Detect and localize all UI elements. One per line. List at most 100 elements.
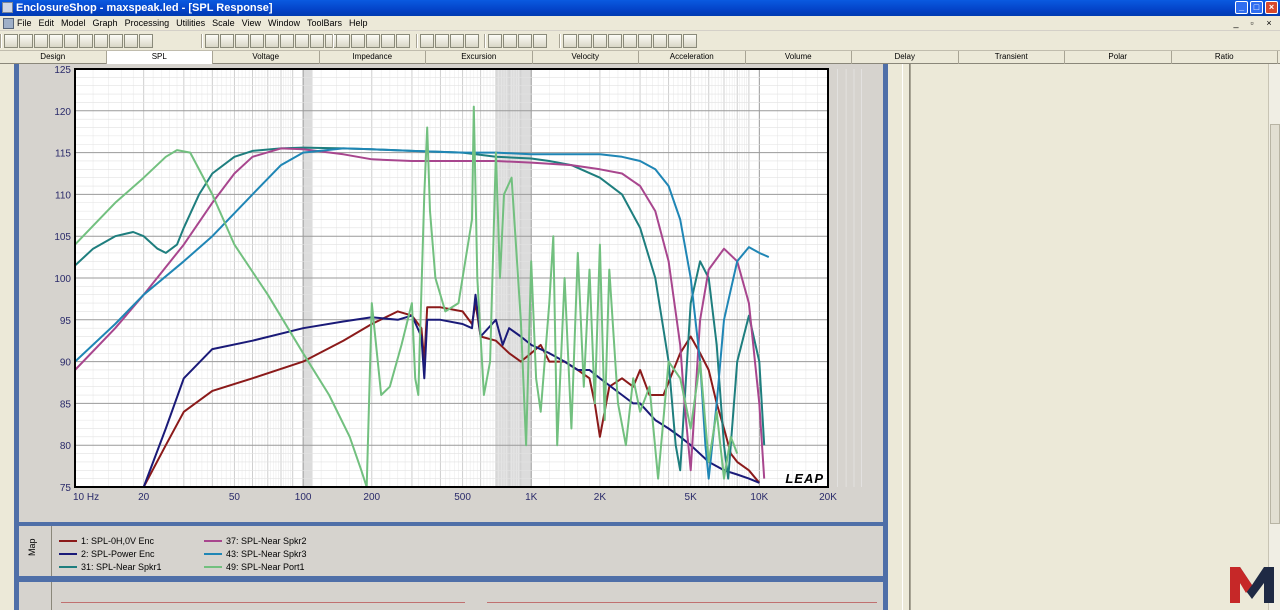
graph-c-icon[interactable]	[265, 34, 279, 48]
port-icon[interactable]	[381, 34, 395, 48]
tab-delay[interactable]: Delay	[852, 51, 959, 64]
legend-label: 37: SPL-Near Spkr2	[226, 535, 307, 546]
y-tick-label: 80	[60, 441, 72, 452]
tab-polar[interactable]: Polar	[1065, 51, 1172, 64]
tab-acceleration[interactable]: Acceleration	[639, 51, 746, 64]
menu-help[interactable]: Help	[349, 18, 368, 28]
lower-map-tab[interactable]	[19, 582, 52, 610]
toolbar-separator	[201, 34, 203, 48]
export-icon[interactable]	[79, 34, 93, 48]
window-b-icon[interactable]	[450, 34, 464, 48]
toolbar-separator	[484, 34, 486, 48]
rotate-icon[interactable]	[533, 34, 547, 48]
legend-item[interactable]: 2: SPL-Power Enc	[59, 547, 162, 560]
legend-item[interactable]: 49: SPL-Near Port1	[204, 560, 307, 573]
graph-window: 75 80 85 90 95 100 105 110 115 120 125 10 Hz 20 50 100…	[0, 64, 902, 610]
menu-view[interactable]: View	[242, 18, 261, 28]
menu-toolbars[interactable]: ToolBars	[307, 18, 342, 28]
tab-velocity[interactable]: Velocity	[533, 51, 639, 64]
x-tick-label: 50	[229, 492, 241, 503]
tab-impedance[interactable]: Impedance	[320, 51, 426, 64]
child-close-button[interactable]: ×	[1263, 18, 1275, 29]
splitter[interactable]	[902, 64, 910, 610]
menu-bar: File Edit Model Graph Processing Utilities Sca…	[0, 16, 1280, 31]
y-tick-label: 85	[60, 399, 72, 410]
cursor-c-icon[interactable]	[593, 34, 607, 48]
menu-edit[interactable]: Edit	[39, 18, 55, 28]
copy-icon[interactable]	[94, 34, 108, 48]
legend-item[interactable]: 43: SPL-Near Spkr3	[204, 547, 307, 560]
y-tick-label: 120	[54, 107, 71, 118]
cursor-f-icon[interactable]	[638, 34, 652, 48]
window-c-icon[interactable]	[465, 34, 479, 48]
close-button[interactable]: ×	[1265, 1, 1278, 14]
zoom-in-icon[interactable]	[205, 34, 219, 48]
tab-volume[interactable]: Volume	[746, 51, 852, 64]
cursor-h-icon[interactable]	[668, 34, 682, 48]
cursor-d-icon[interactable]	[608, 34, 622, 48]
tab-voltage[interactable]: Voltage	[213, 51, 320, 64]
child-minimize-button[interactable]: _	[1230, 18, 1242, 29]
graph-a-icon[interactable]	[235, 34, 249, 48]
legend-item[interactable]: 31: SPL-Near Spkr1	[59, 560, 162, 573]
overlay-c-icon[interactable]	[518, 34, 532, 48]
paste-icon[interactable]	[109, 34, 123, 48]
cursor-e-icon[interactable]	[623, 34, 637, 48]
document-icon[interactable]	[3, 18, 14, 29]
graph-d-icon[interactable]	[280, 34, 294, 48]
import-icon[interactable]	[64, 34, 78, 48]
x-tick-label: 10 Hz	[73, 492, 99, 503]
menu-window[interactable]: Window	[268, 18, 300, 28]
cursor-i-icon[interactable]	[683, 34, 697, 48]
app-icon	[2, 2, 13, 13]
tab-spl[interactable]: SPL	[106, 51, 213, 64]
grid-icon[interactable]	[420, 34, 434, 48]
speaker-icon[interactable]	[336, 34, 350, 48]
tab-transient[interactable]: Transient	[959, 51, 1065, 64]
cursor-g-icon[interactable]	[653, 34, 667, 48]
print-icon[interactable]	[124, 34, 138, 48]
minimize-button[interactable]: _	[1235, 1, 1248, 14]
spl-chart[interactable]: 75 80 85 90 95 100 105 110 115 120 125 10 Hz 20 50 100…	[19, 64, 883, 522]
graph-f-icon[interactable]	[310, 34, 324, 48]
legend-item[interactable]: 37: SPL-Near Spkr2	[204, 534, 307, 547]
box-icon[interactable]	[366, 34, 380, 48]
menu-model[interactable]: Model	[61, 18, 86, 28]
save-icon[interactable]	[34, 34, 48, 48]
tab-ratio[interactable]: Ratio	[1172, 51, 1278, 64]
graph-b-icon[interactable]	[250, 34, 264, 48]
y-tick-label: 100	[54, 274, 71, 285]
tab-excursion[interactable]: Excursion	[426, 51, 533, 64]
legend-label: 2: SPL-Power Enc	[81, 548, 155, 559]
menu-file[interactable]: File	[17, 18, 32, 28]
cursor-b-icon[interactable]	[578, 34, 592, 48]
x-tick-label: 20	[138, 492, 150, 503]
maximize-button[interactable]: □	[1250, 1, 1263, 14]
menu-graph[interactable]: Graph	[93, 18, 118, 28]
child-restore-button[interactable]: ▫	[1246, 18, 1258, 29]
legend-item[interactable]: 1: SPL-0H,0V Enc	[59, 534, 162, 547]
graph-e-icon[interactable]	[295, 34, 309, 48]
save-all-icon[interactable]	[49, 34, 63, 48]
vertical-scrollbar[interactable]	[1268, 64, 1280, 610]
preview-icon[interactable]	[139, 34, 153, 48]
map-tab[interactable]: Map	[19, 526, 52, 576]
zoom-out-icon[interactable]	[220, 34, 234, 48]
measure-icon[interactable]	[396, 34, 410, 48]
menu-processing[interactable]: Processing	[125, 18, 170, 28]
menu-scale[interactable]: Scale	[212, 18, 235, 28]
overlay-b-icon[interactable]	[503, 34, 517, 48]
menu-utilities[interactable]: Utilities	[176, 18, 205, 28]
cursor-a-icon[interactable]	[563, 34, 577, 48]
legend-panel: Map 1: SPL-0H,0V Enc 2: SPL-Power Enc 31: …	[19, 526, 883, 576]
open-icon[interactable]	[19, 34, 33, 48]
driver-icon[interactable]	[351, 34, 365, 48]
tab-design[interactable]: Design	[0, 51, 107, 64]
x-tick-label: 10K	[750, 492, 768, 503]
new-icon[interactable]	[4, 34, 18, 48]
window-a-icon[interactable]	[435, 34, 449, 48]
legend-swatch	[204, 539, 222, 542]
legend-swatch	[59, 539, 77, 542]
overlay-a-icon[interactable]	[488, 34, 502, 48]
scrollbar-thumb[interactable]	[1270, 124, 1280, 524]
